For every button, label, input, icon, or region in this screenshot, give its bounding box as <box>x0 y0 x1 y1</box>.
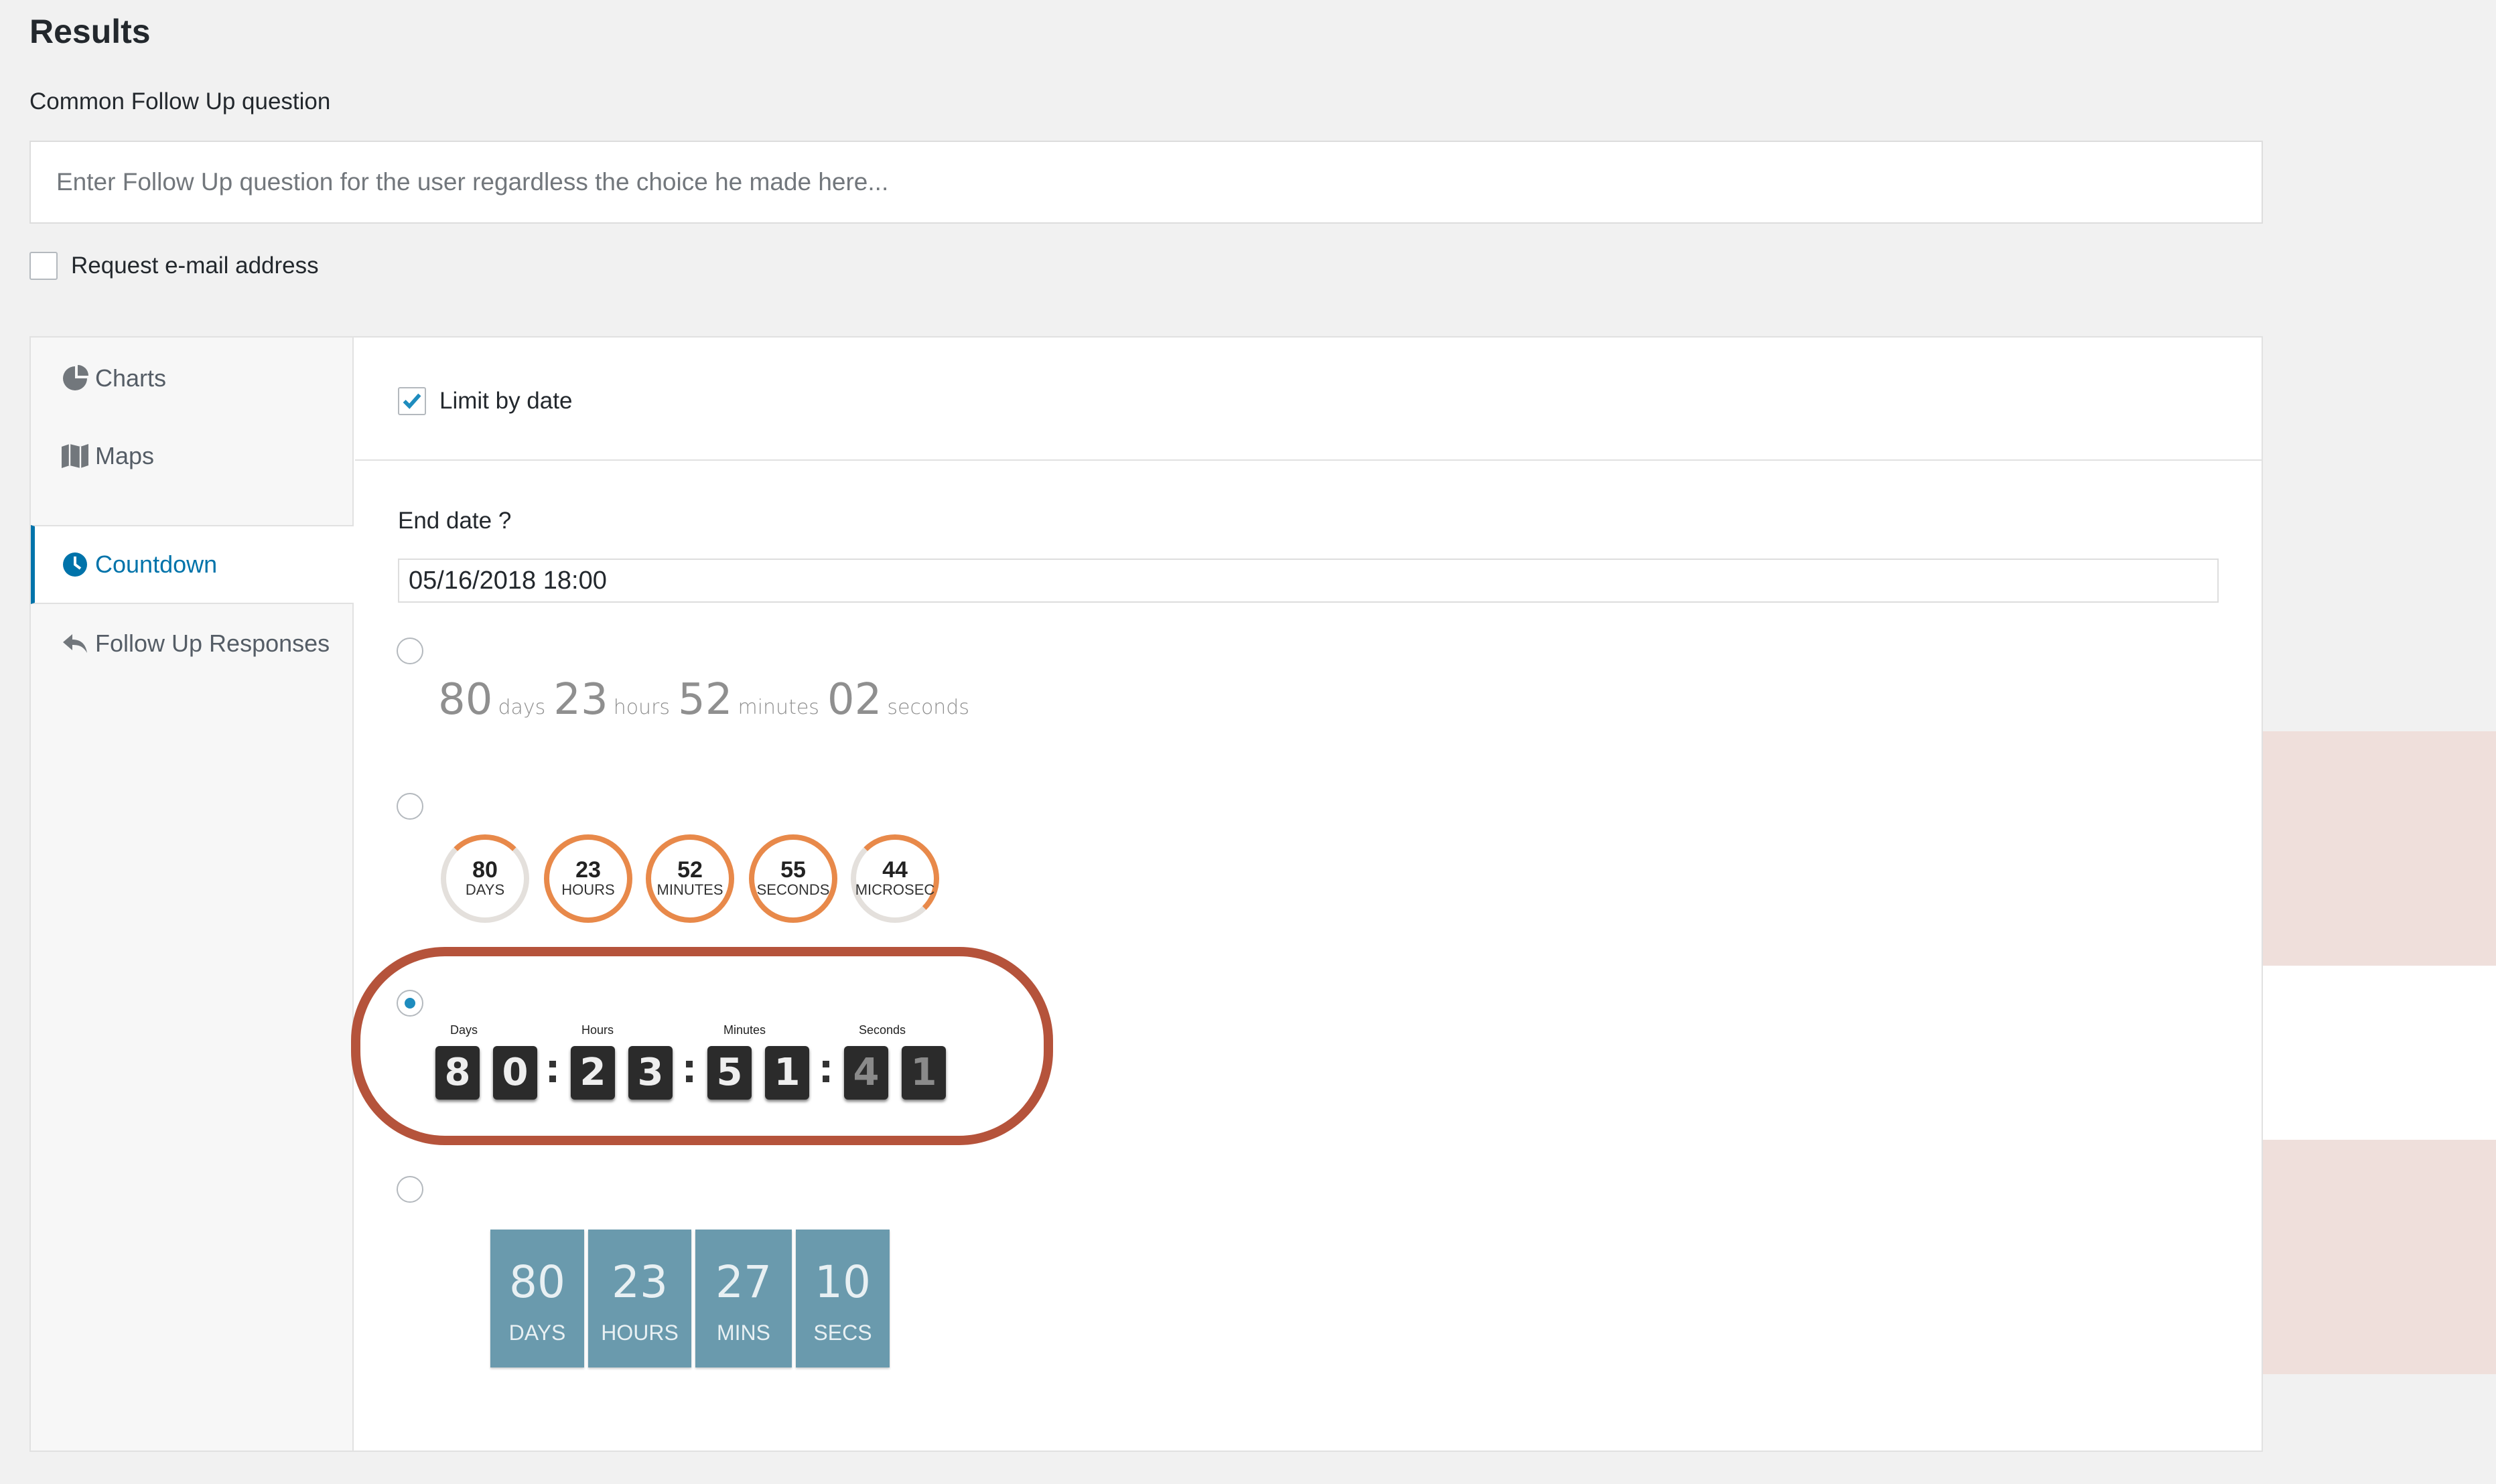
box-days: 80 DAYS <box>490 1230 584 1367</box>
circle-hours: 23 HOURS <box>544 834 632 923</box>
circle-label: MICROSEC <box>855 881 935 898</box>
circle-label: MINUTES <box>656 881 723 898</box>
circle-minutes: 52 MINUTES <box>646 834 734 923</box>
seconds-value: 02 <box>827 675 882 725</box>
style-radio-circles[interactable] <box>397 793 423 820</box>
seconds-unit: seconds <box>887 696 969 719</box>
sidebar-item-label: Maps <box>95 442 155 469</box>
days-value: 80 <box>438 675 493 725</box>
sidebar-item-countdown[interactable]: Countdown <box>31 525 354 604</box>
hours-unit: hours <box>613 696 671 719</box>
selection-highlight-ring <box>351 947 1053 1145</box>
circle-value: 23 <box>575 857 601 883</box>
circle-seconds: 55 SECONDS <box>749 834 837 923</box>
days-unit: days <box>498 696 546 719</box>
box-value: 23 <box>612 1256 668 1308</box>
box-label: SECS <box>813 1321 872 1345</box>
box-label: MINS <box>717 1321 770 1345</box>
circle-value: 52 <box>677 857 703 883</box>
circle-label: SECONDS <box>756 881 830 898</box>
box-value: 27 <box>715 1256 772 1308</box>
sidebar-item-label: Countdown <box>95 550 218 578</box>
box-label: DAYS <box>508 1321 566 1345</box>
sidebar-item-follow-up-responses[interactable]: Follow Up Responses <box>31 604 354 683</box>
style-radio-text[interactable] <box>397 638 423 664</box>
circle-value: 44 <box>882 857 908 883</box>
follow-up-input[interactable]: Enter Follow Up question for the user re… <box>29 141 2263 224</box>
reply-icon <box>63 634 87 653</box>
follow-up-label: Common Follow Up question <box>29 88 331 115</box>
box-secs: 10 SECS <box>796 1230 890 1367</box>
circle-days: 80 DAYS <box>441 834 529 923</box>
checkmark-icon <box>403 393 421 409</box>
hours-value: 23 <box>553 675 608 725</box>
minutes-value: 52 <box>678 675 733 725</box>
sidebar-item-maps[interactable]: Maps <box>31 417 354 496</box>
limit-by-date-label: Limit by date <box>439 388 573 414</box>
pie-chart-icon <box>63 365 88 390</box>
box-value: 80 <box>509 1256 565 1308</box>
circle-label: DAYS <box>465 881 505 898</box>
request-email-label: Request e-mail address <box>71 252 319 279</box>
box-label: HOURS <box>601 1321 679 1345</box>
circle-value: 55 <box>780 857 806 883</box>
sidebar: Charts Maps Countdown Follow Up Response… <box>31 338 354 1451</box>
box-value: 10 <box>815 1256 871 1308</box>
minutes-unit: minutes <box>738 696 819 719</box>
style-radio-boxes[interactable] <box>397 1176 423 1203</box>
circle-value: 80 <box>472 857 498 883</box>
sidebar-item-charts[interactable]: Charts <box>31 338 354 417</box>
clock-icon <box>63 552 87 577</box>
map-icon <box>62 444 88 468</box>
circle-microsec: 44 MICROSEC <box>851 834 939 923</box>
box-hours: 23 HOURS <box>588 1230 691 1367</box>
sidebar-item-label: Charts <box>95 364 167 392</box>
request-email-checkbox[interactable] <box>29 252 58 280</box>
end-date-input[interactable]: 05/16/2018 18:00 <box>398 559 2219 603</box>
page-title: Results <box>29 13 151 50</box>
limit-by-date-checkbox[interactable] <box>398 387 426 415</box>
end-date-label: End date ? <box>398 508 512 534</box>
circle-label: HOURS <box>561 881 615 898</box>
sidebar-item-label: Follow Up Responses <box>95 629 330 657</box>
countdown-style-text: 80 days 23 hours 52 minutes 02 seconds <box>438 675 977 725</box>
box-mins: 27 MINS <box>695 1230 792 1367</box>
